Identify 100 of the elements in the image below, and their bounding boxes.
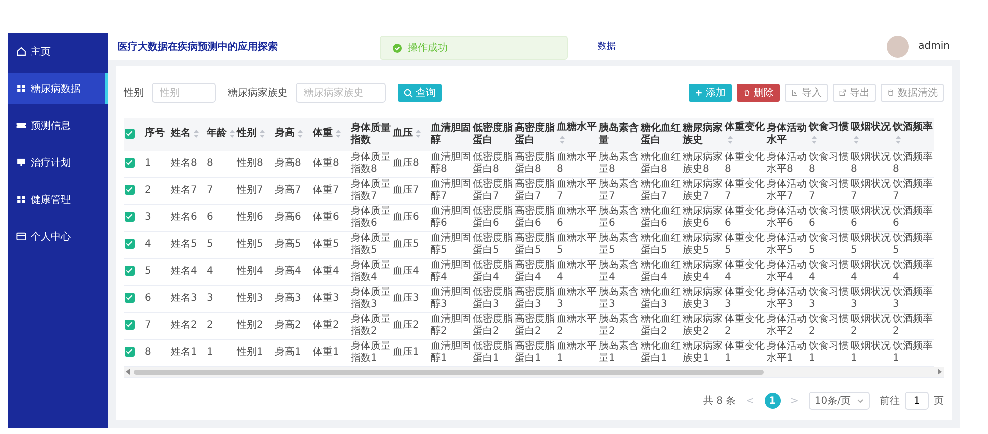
table-cell: 高密度脂蛋白1 xyxy=(515,341,555,364)
sidebar-item[interactable]: 主页 xyxy=(8,36,108,67)
table-cell: 糖化血红蛋白5 xyxy=(641,233,681,256)
table-cell: 饮食习惯1 xyxy=(809,341,849,364)
filter-field[interactable]: 性别 xyxy=(152,83,216,103)
table-cell: 身体活动水平4 xyxy=(767,260,807,283)
sort-icon[interactable] xyxy=(336,130,341,138)
table-cell: 糖尿病家族史1 xyxy=(683,341,723,364)
sidebar-item[interactable]: 治疗计划 xyxy=(8,147,108,178)
filter-field[interactable]: 糖尿病家族史 xyxy=(296,83,386,103)
table-cell: 血糖水平3 xyxy=(557,287,597,310)
table-cell: 体重8 xyxy=(313,158,340,169)
table-cell: 血压8 xyxy=(393,158,420,169)
checkbox[interactable] xyxy=(125,293,135,304)
table-cell: 性别2 xyxy=(237,320,264,331)
table-cell: 血糖水平1 xyxy=(557,341,597,364)
breadcrumb[interactable]: 数据 xyxy=(598,40,616,53)
horizontal-scrollbar[interactable] xyxy=(124,367,944,378)
table-cell: 身高5 xyxy=(275,239,302,250)
table-cell: 血压1 xyxy=(393,347,420,358)
table-cell: 血清胆固醇2 xyxy=(431,314,471,337)
table-cell: 血清胆固醇3 xyxy=(431,287,471,310)
table-cell: 胰岛素含量2 xyxy=(599,314,639,337)
goto-field[interactable]: 1 xyxy=(905,392,929,410)
table-cell: 身体活动水平8 xyxy=(767,152,807,175)
sidebar-item[interactable]: 个人中心 xyxy=(8,221,108,252)
page-size-select[interactable]: 10条/页 xyxy=(808,392,870,410)
sort-icon[interactable] xyxy=(854,136,859,144)
column-header: 糖化血红蛋白 xyxy=(641,122,681,146)
sort-icon[interactable] xyxy=(298,130,303,138)
table-cell: 低密度脂蛋白2 xyxy=(473,314,513,337)
sort-icon[interactable] xyxy=(560,136,565,144)
column-header: 血清胆固醇 xyxy=(431,122,471,146)
table-cell: 2 xyxy=(145,185,152,196)
column-header[interactable]: 身高 xyxy=(275,128,295,140)
table-cell: 血清胆固醇5 xyxy=(431,233,471,256)
table-cell: 糖尿病家族史4 xyxy=(683,260,723,283)
table-cell: 高密度脂蛋白3 xyxy=(515,287,555,310)
column-header[interactable]: 血压 xyxy=(393,128,413,140)
table-cell: 3 xyxy=(207,293,214,304)
table-cell: 血清胆固醇8 xyxy=(431,152,471,175)
table-cell: 吸烟状况7 xyxy=(851,179,891,202)
table-cell: 血糖水平6 xyxy=(557,206,597,229)
table-cell: 饮酒频率7 xyxy=(893,179,933,202)
sort-icon[interactable] xyxy=(812,136,817,144)
table-cell: 姓名7 xyxy=(171,185,198,196)
checkbox[interactable] xyxy=(125,128,135,139)
table-cell: 吸烟状况3 xyxy=(851,287,891,310)
checkbox[interactable] xyxy=(125,185,135,196)
table-cell: 身高2 xyxy=(275,320,302,331)
table-cell: 吸烟状况6 xyxy=(851,206,891,229)
sidebar-item[interactable]: 预测信息 xyxy=(8,110,108,141)
table-cell: 5 xyxy=(207,239,214,250)
table-cell: 胰岛素含量6 xyxy=(599,206,639,229)
sort-icon[interactable] xyxy=(260,130,265,138)
checkbox[interactable] xyxy=(125,266,135,276)
sort-icon[interactable] xyxy=(896,136,901,144)
table-cell: 糖尿病家族史7 xyxy=(683,179,723,202)
sort-icon[interactable] xyxy=(728,136,733,144)
table-cell: 糖化血红蛋白6 xyxy=(641,206,681,229)
table-cell: 糖化血红蛋白7 xyxy=(641,179,681,202)
table-cell: 饮酒频率4 xyxy=(893,260,933,283)
table-cell: 身体质量指数5 xyxy=(351,233,391,256)
checkbox[interactable] xyxy=(125,239,135,250)
table-cell: 体重3 xyxy=(313,293,340,304)
table-cell: 饮食习惯3 xyxy=(809,287,849,310)
table-cell: 吸烟状况5 xyxy=(851,233,891,256)
table-cell: 吸烟状况8 xyxy=(851,152,891,175)
checkbox[interactable] xyxy=(125,212,135,222)
sort-icon[interactable] xyxy=(194,130,199,138)
checkbox[interactable] xyxy=(125,320,135,330)
table-cell: 饮食习惯7 xyxy=(809,179,849,202)
table-cell: 体重变化4 xyxy=(725,260,765,283)
table-cell: 低密度脂蛋白4 xyxy=(473,260,513,283)
table-cell: 身高6 xyxy=(275,212,302,223)
avatar[interactable] xyxy=(886,36,909,58)
table-cell: 血压4 xyxy=(393,266,420,277)
table-cell: 饮酒频率8 xyxy=(893,152,933,175)
table-cell: 5 xyxy=(145,266,152,277)
table-cell: 吸烟状况1 xyxy=(851,341,891,364)
sidebar-item[interactable]: 糖尿病数据 xyxy=(8,73,108,104)
table-cell: 血清胆固醇7 xyxy=(431,179,471,202)
checkbox[interactable] xyxy=(125,158,135,168)
column-header[interactable]: 性别 xyxy=(237,128,257,140)
table-cell: 性别3 xyxy=(237,293,264,304)
table-cell: 性别6 xyxy=(237,212,264,223)
user-name[interactable]: admin xyxy=(918,41,950,52)
sort-icon[interactable] xyxy=(416,130,421,138)
table-cell: 血压2 xyxy=(393,320,420,331)
column-header[interactable]: 体重 xyxy=(313,128,333,140)
table-cell: 饮食习惯6 xyxy=(809,206,849,229)
table-cell: 身体活动水平7 xyxy=(767,179,807,202)
delete-button[interactable]: 删除 xyxy=(737,84,780,102)
table-cell: 4 xyxy=(145,239,152,250)
table-cell: 低密度脂蛋白3 xyxy=(473,287,513,310)
checkbox[interactable] xyxy=(125,347,135,358)
table-cell: 胰岛素含量4 xyxy=(599,260,639,283)
table-cell: 姓名1 xyxy=(171,347,198,358)
sidebar-item[interactable]: 健康管理 xyxy=(8,184,108,215)
table-cell: 1 xyxy=(207,347,214,358)
